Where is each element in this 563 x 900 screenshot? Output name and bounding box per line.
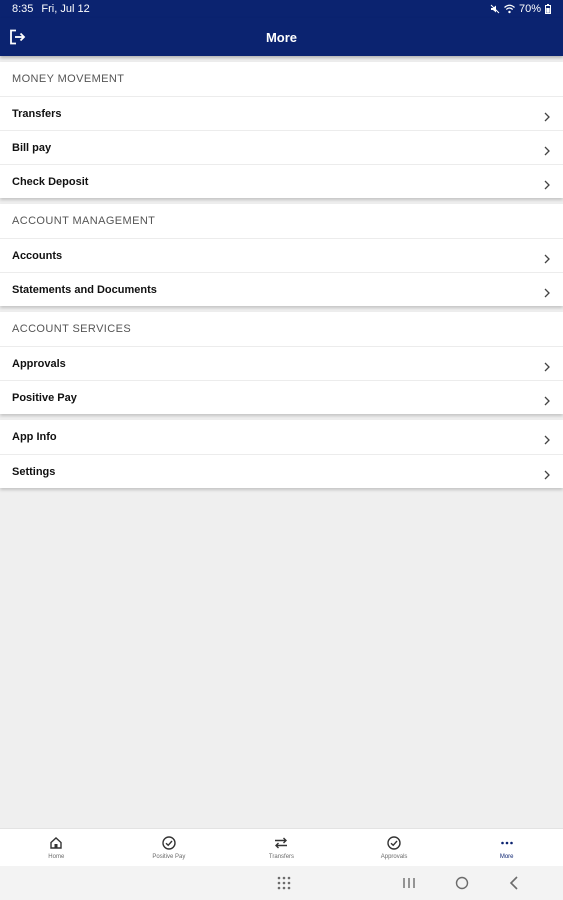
logout-icon[interactable] bbox=[9, 29, 27, 45]
battery-percent: 70% bbox=[518, 3, 541, 15]
menu-item-label: App Info bbox=[12, 431, 57, 443]
section-header: ACCOUNT SERVICES bbox=[12, 323, 132, 335]
nav-tab-label: Approvals bbox=[380, 854, 408, 860]
transfer-arrows-icon bbox=[273, 835, 289, 851]
status-bar: 8:35 Fri, Jul 12 70% bbox=[0, 0, 563, 18]
system-nav-bar bbox=[0, 866, 563, 900]
app-bar: More bbox=[0, 18, 563, 56]
nav-tab-label: Positive Pay bbox=[152, 854, 186, 860]
chevron-right-icon bbox=[543, 285, 551, 297]
menu-item-label: Bill pay bbox=[12, 141, 52, 154]
chevron-right-icon bbox=[543, 143, 551, 155]
chevron-right-icon bbox=[543, 251, 551, 263]
menu-item-label: Positive Pay bbox=[12, 391, 77, 404]
more-menu-list: MONEY MOVEMENT Transfers Bill pay Check … bbox=[0, 62, 563, 494]
menu-item-settings[interactable]: Settings bbox=[0, 454, 563, 488]
menu-item-label: Settings bbox=[12, 465, 56, 478]
battery-icon bbox=[545, 4, 551, 14]
menu-section: ACCOUNT MANAGEMENT Accounts Statements a… bbox=[0, 204, 563, 306]
nav-tab-label: Home bbox=[48, 854, 65, 860]
menu-item-label: Accounts bbox=[12, 249, 63, 262]
menu-item-statements-and-documents[interactable]: Statements and Documents bbox=[0, 272, 563, 306]
check-circle-icon bbox=[386, 835, 402, 851]
menu-section: MONEY MOVEMENT Transfers Bill pay Check … bbox=[0, 62, 563, 198]
chevron-right-icon bbox=[543, 393, 551, 405]
recents-icon[interactable] bbox=[400, 874, 418, 892]
status-date: Fri, Jul 12 bbox=[41, 3, 90, 15]
page-title: More bbox=[265, 29, 298, 45]
nav-tab-label: More bbox=[499, 854, 514, 860]
nav-tab-transfers[interactable]: Transfers bbox=[225, 829, 338, 866]
menu-item-positive-pay[interactable]: Positive Pay bbox=[0, 380, 563, 414]
menu-item-label: Statements and Documents bbox=[12, 283, 157, 296]
menu-section: App Info Settings bbox=[0, 420, 563, 488]
menu-section: ACCOUNT SERVICES Approvals Positive Pay bbox=[0, 312, 563, 414]
nav-tab-positive-pay[interactable]: Positive Pay bbox=[113, 829, 226, 866]
menu-item-label: Transfers bbox=[12, 107, 62, 120]
more-dots-icon bbox=[499, 835, 515, 851]
menu-item-check-deposit[interactable]: Check Deposit bbox=[0, 164, 563, 198]
chevron-right-icon bbox=[543, 432, 551, 445]
bottom-navigation: Home Positive Pay Transfers Approvals Mo… bbox=[0, 828, 563, 866]
menu-item-transfers[interactable]: Transfers bbox=[0, 96, 563, 130]
mute-icon bbox=[490, 4, 500, 14]
menu-item-label: Approvals bbox=[12, 357, 66, 370]
apps-grid-icon[interactable] bbox=[275, 874, 293, 892]
menu-item-label: Check Deposit bbox=[12, 175, 89, 188]
menu-item-app-info[interactable]: App Info bbox=[0, 420, 563, 454]
nav-tab-more[interactable]: More bbox=[450, 829, 563, 866]
menu-item-approvals[interactable]: Approvals bbox=[0, 346, 563, 380]
home-icon bbox=[48, 835, 64, 851]
chevron-right-icon bbox=[543, 467, 551, 479]
nav-tab-approvals[interactable]: Approvals bbox=[338, 829, 451, 866]
wifi-icon bbox=[504, 4, 515, 14]
status-icons: 70% bbox=[490, 3, 551, 15]
check-circle-icon bbox=[161, 835, 177, 851]
nav-tab-home[interactable]: Home bbox=[0, 829, 113, 866]
status-time: 8:35 bbox=[12, 3, 34, 15]
chevron-right-icon bbox=[543, 177, 551, 189]
nav-tab-label: Transfers bbox=[268, 854, 295, 860]
menu-item-accounts[interactable]: Accounts bbox=[0, 238, 563, 272]
section-header: MONEY MOVEMENT bbox=[12, 73, 125, 85]
menu-item-bill-pay[interactable]: Bill pay bbox=[0, 130, 563, 164]
back-icon[interactable] bbox=[506, 874, 524, 892]
chevron-right-icon bbox=[543, 109, 551, 121]
chevron-right-icon bbox=[543, 359, 551, 371]
home-button-icon[interactable] bbox=[453, 874, 471, 892]
section-header: ACCOUNT MANAGEMENT bbox=[12, 215, 156, 227]
